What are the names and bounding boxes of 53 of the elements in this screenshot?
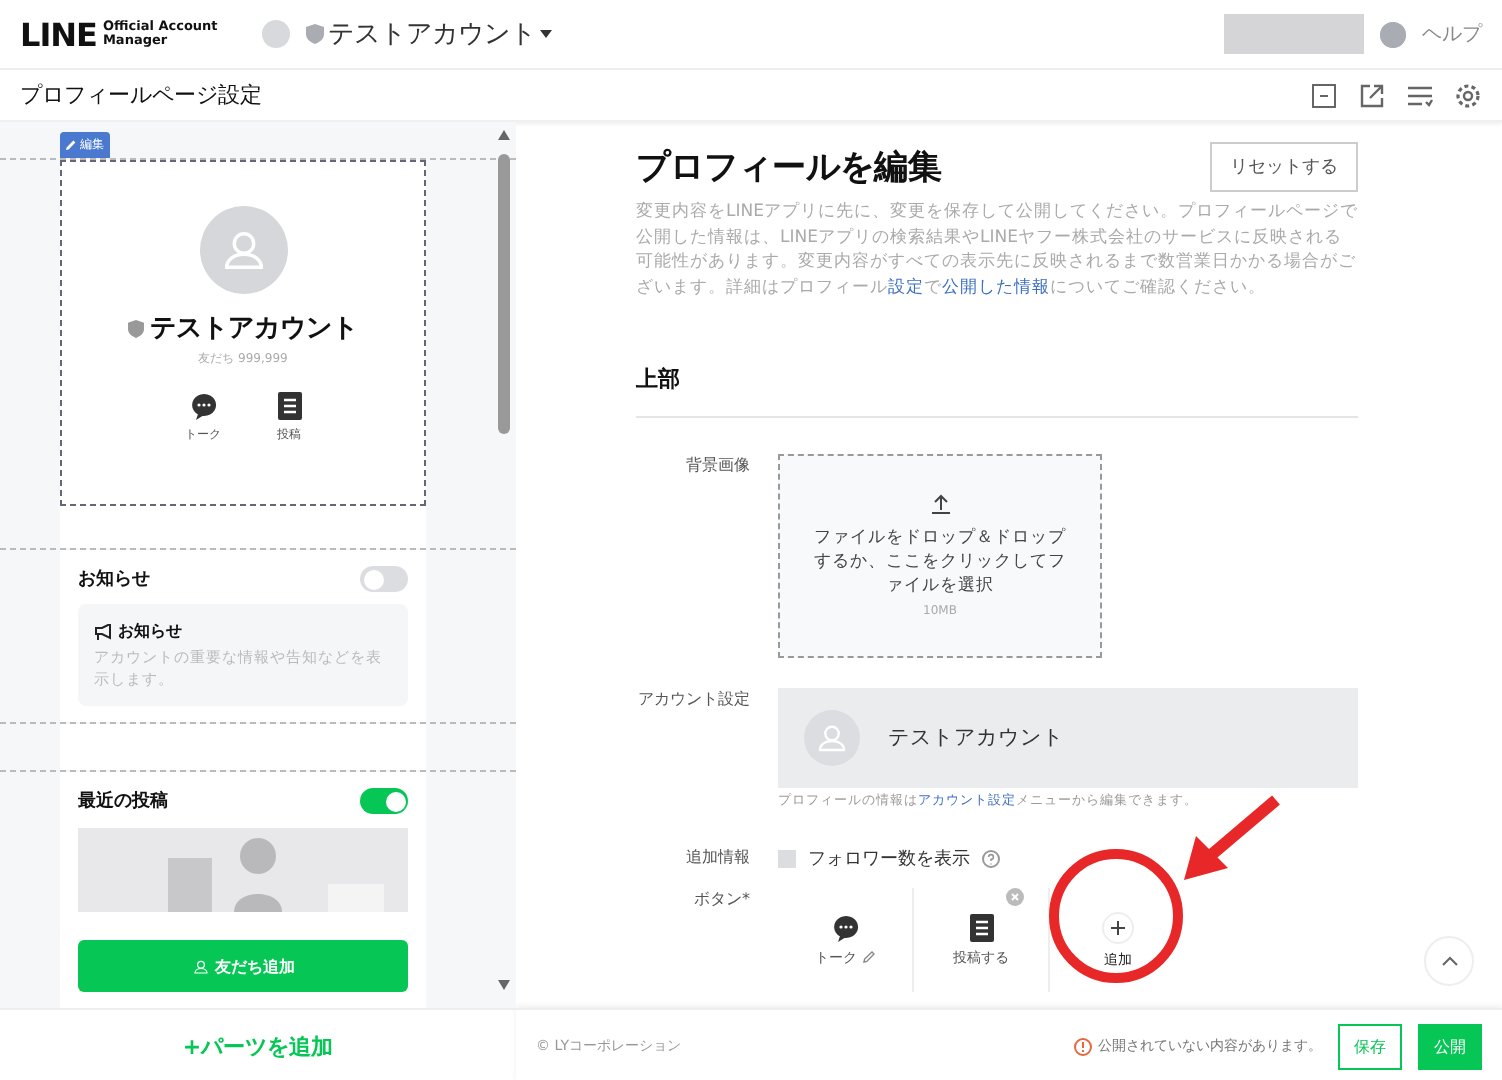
caret-icon [539, 30, 552, 38]
pencil-icon[interactable] [861, 950, 875, 964]
help-icon[interactable] [982, 850, 1000, 868]
link[interactable]: 公開した情報 [942, 277, 1050, 297]
document-icon [969, 913, 993, 941]
scrollbar[interactable] [496, 130, 512, 990]
logo-text: LINE [20, 15, 97, 53]
drop-zone-text: ファイルをドロップ＆ドロップするか、ここをクリックしてファイルを選択 [812, 526, 1068, 598]
plus-icon [1102, 911, 1134, 943]
remove-icon[interactable] [1006, 888, 1024, 906]
reset-button[interactable]: リセットする [1210, 142, 1358, 192]
section-title: 最近の投稿 [78, 788, 168, 814]
toggle-switch[interactable] [360, 788, 408, 814]
avatar-circle [199, 206, 287, 294]
help-link[interactable]: ヘルプ [1422, 20, 1482, 48]
help-icon[interactable] [1380, 21, 1406, 47]
field-label: 追加情報 [684, 846, 752, 870]
account-switcher[interactable]: テストアカウント [305, 16, 552, 52]
settings-icon[interactable] [1454, 81, 1482, 109]
field-label: 背景画像 [684, 454, 752, 478]
profile-name: テストアカウント [150, 312, 358, 346]
megaphone-icon [94, 623, 112, 639]
chevron-up-icon [1441, 956, 1457, 966]
section-heading: 上部 [636, 364, 1358, 418]
page-title: プロフィールページ設定 [20, 80, 264, 110]
field-label: ボタン* [692, 888, 752, 912]
checkbox[interactable] [778, 850, 796, 868]
description-text: 変更内容をLINEアプリに先に、変更を保存して公開してください。プロフィールページで公開した情報は、LINEアプリの検索結果やLINEヤフー株式会社のサービスに反映される可能性があります。変更内容がすべての表示先に反映されるまで数営業日かかる場合がございます。詳細はプロフィール設定で公開した情報についてご確認ください。 [636, 200, 1358, 300]
person-icon [191, 957, 209, 975]
link[interactable]: 設定 [888, 277, 924, 297]
redacted-block [1224, 14, 1364, 54]
warning-icon [1074, 1037, 1092, 1055]
upload-icon [931, 494, 949, 514]
arrow-annotation [1184, 795, 1280, 880]
chat-bubble-icon [189, 392, 217, 420]
pencil-icon [66, 140, 76, 150]
chat-bubble-icon [831, 913, 859, 941]
checkbox-label: フォロワー数を表示 [808, 847, 970, 872]
heading: プロフィールを編集 [636, 146, 942, 190]
layout-icon[interactable] [1310, 81, 1338, 109]
section-title: お知らせ [78, 567, 150, 592]
list-icon[interactable] [1406, 81, 1434, 109]
field-label: アカウント設定 [636, 688, 752, 712]
shield-icon [128, 319, 144, 337]
toggle-switch[interactable] [360, 566, 408, 592]
shield-icon [305, 24, 324, 44]
account-name: テストアカウント [888, 724, 1064, 752]
avatar-circle [261, 20, 290, 48]
document-icon [277, 392, 301, 420]
external-link-icon[interactable] [1358, 81, 1386, 109]
notice-title: お知らせ [118, 620, 182, 642]
avatar-circle [804, 710, 860, 766]
circle-annotation [1049, 849, 1183, 983]
